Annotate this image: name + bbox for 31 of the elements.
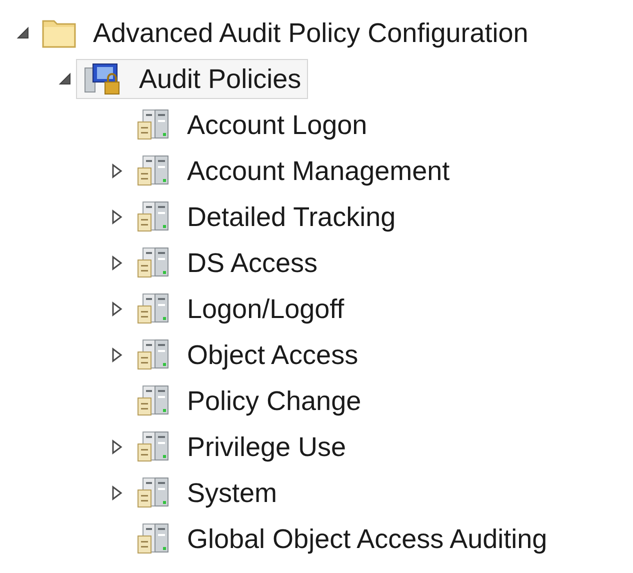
tree-item[interactable]: DS Access [128,243,325,283]
tree-item[interactable]: Account Logon [128,105,374,145]
tree-item[interactable]: Privilege Use [128,427,354,467]
tree-item[interactable]: Policy Change [128,381,368,421]
server-document-icon [135,108,171,142]
collapse-arrow-icon[interactable] [58,72,72,86]
collapse-arrow-icon[interactable] [16,26,30,40]
expand-arrow-icon[interactable] [111,485,123,501]
server-document-icon [135,200,171,234]
server-document-icon [135,384,171,418]
tree-item[interactable]: Detailed Tracking [128,197,403,237]
expand-arrow-icon[interactable] [111,255,123,271]
server-document-icon [135,246,171,280]
tree-item[interactable]: Account Management [128,151,457,191]
server-document-icon [135,338,171,372]
server-document-icon [135,522,171,556]
server-document-icon [135,292,171,326]
expand-arrow-icon[interactable] [111,301,123,317]
expand-arrow-icon[interactable] [111,163,123,179]
tree-item[interactable]: Global Object Access Auditing [128,519,554,559]
server-document-icon [135,430,171,464]
tree-item[interactable]: Object Access [128,335,366,375]
expand-arrow-icon[interactable] [111,439,123,455]
expand-arrow-icon[interactable] [111,347,123,363]
tree-item[interactable]: Advanced Audit Policy Configuration [34,13,536,53]
tree-item[interactable]: System [128,473,284,513]
server-document-icon [135,154,171,188]
tree-item[interactable]: Audit Policies [76,59,308,99]
server-document-icon [135,476,171,510]
tree-item[interactable]: Logon/Logoff [128,289,352,329]
expand-arrow-icon[interactable] [111,209,123,225]
